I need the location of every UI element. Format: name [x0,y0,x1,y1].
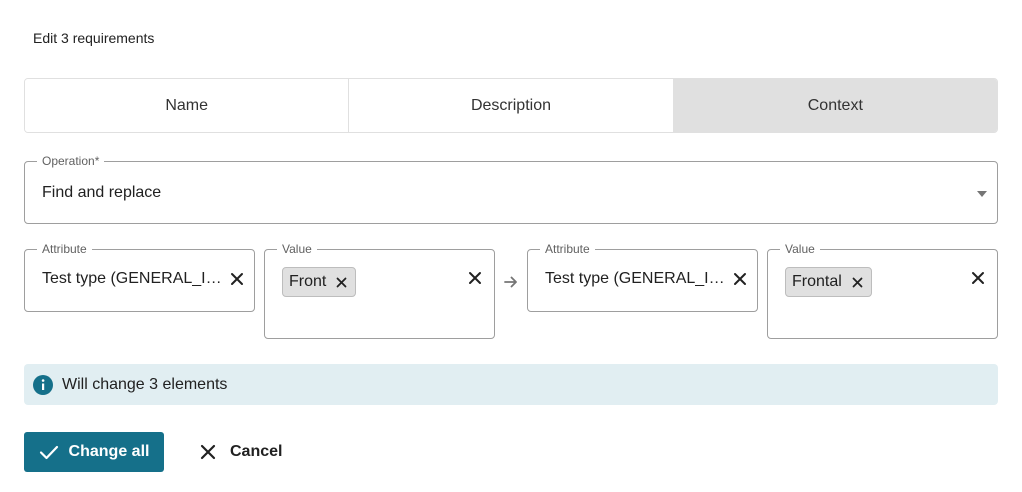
info-banner: Will change 3 elements [24,364,998,405]
replace-value-chip[interactable]: Frontal [785,267,872,297]
dropdown-arrow-icon[interactable] [977,191,987,197]
info-icon [33,374,53,395]
find-attribute-value: Test type (GENERAL_IN... [42,270,222,287]
operation-value: Find and replace [42,184,162,201]
change-all-button[interactable]: Change all [24,432,164,472]
change-all-label: Change all [68,443,150,460]
replace-value-field[interactable]: Value Frontal [767,242,998,339]
tab-name[interactable]: Name [25,79,350,132]
replace-value-label: Value [780,242,820,256]
find-attribute-label: Attribute [37,242,92,256]
operation-label: Operation* [37,154,105,168]
find-value-field[interactable]: Value Front [264,242,495,339]
operation-select[interactable]: Operation* Find and replace [24,154,998,224]
find-attribute-field[interactable]: Attribute Test type (GENERAL_IN... [24,242,255,312]
tab-description[interactable]: Description [349,79,674,132]
find-value-label: Value [277,242,317,256]
find-value-chip-label: Front [289,273,327,290]
cancel-label: Cancel [230,443,283,460]
replace-value-chip-label: Frontal [792,273,842,290]
clear-find-value-icon[interactable] [468,271,482,285]
arrow-right-icon [504,276,517,288]
close-icon [200,444,216,460]
find-value-chip[interactable]: Front [282,267,357,297]
cancel-button[interactable]: Cancel [196,432,286,472]
replace-attribute-label: Attribute [540,242,595,256]
replace-attribute-field[interactable]: Attribute Test type (GENERAL_IN... [527,242,758,312]
clear-replace-attribute-icon[interactable] [733,272,747,286]
dialog-title: Edit 3 requirements [33,30,155,46]
info-text: Will change 3 elements [62,375,228,393]
tab-context[interactable]: Context [673,79,997,132]
clear-replace-value-icon[interactable] [971,271,985,285]
remove-chip-icon[interactable] [852,277,863,288]
edit-requirements-dialog: Edit 3 requirements Name Description Con… [0,0,1022,492]
remove-chip-icon[interactable] [336,277,347,288]
clear-find-attribute-icon[interactable] [230,272,244,286]
replace-attribute-value: Test type (GENERAL_IN... [545,270,725,287]
check-icon [39,445,58,460]
tab-bar: Name Description Context [24,78,998,133]
